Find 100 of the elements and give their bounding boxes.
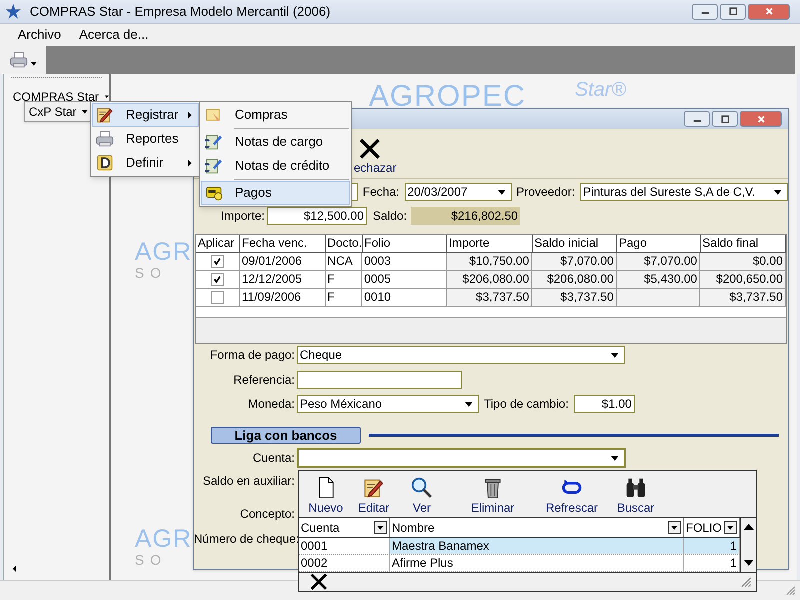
column-header[interactable]: Saldo final — [700, 235, 786, 252]
table-cell[interactable]: Afirme Plus — [390, 555, 684, 571]
field-label: Saldo: — [373, 208, 408, 225]
toolbar-button[interactable]: Eliminar — [461, 477, 525, 514]
minimize-button[interactable] — [692, 4, 718, 20]
column-header[interactable]: Fecha venc. — [240, 235, 326, 252]
column-header[interactable]: FOLIO — [684, 518, 740, 537]
table-cell: 11/09/2006 — [240, 289, 326, 306]
menu-item[interactable]: Archivo — [10, 25, 70, 45]
maximize-button[interactable] — [720, 4, 746, 20]
star-icon — [6, 4, 21, 19]
logo-text: SO — [135, 552, 168, 568]
supplier-field[interactable]: Pinturas del Sureste S,A de C,V. — [580, 183, 788, 201]
account-field[interactable] — [297, 448, 626, 468]
field-label: Referencia: — [232, 372, 295, 389]
table-cell: NCA — [326, 253, 362, 270]
toolbar-button[interactable]: Nuevo — [305, 477, 347, 514]
close-button[interactable] — [748, 4, 790, 20]
minimize-button[interactable] — [684, 111, 710, 127]
menu-item[interactable]: Registrar — [92, 103, 199, 127]
toolbar-button[interactable]: echazar — [354, 138, 397, 174]
menu-item[interactable]: Definir — [92, 151, 199, 175]
balance-value: $216,802.50 — [411, 207, 520, 225]
amount-field[interactable]: $12,500.00 — [267, 207, 368, 225]
toolbar-button[interactable]: Refrescar — [541, 477, 603, 514]
table-cell: $206,080.00 — [446, 271, 532, 288]
caret-icon — [105, 95, 109, 99]
scrollbar[interactable] — [740, 518, 756, 572]
caret-icon — [82, 110, 88, 114]
menu-item[interactable]: Notas de cargo — [201, 130, 350, 154]
checkbox[interactable] — [211, 273, 224, 286]
scroll-up-icon[interactable] — [744, 524, 754, 530]
date-field[interactable]: 20/03/2007 — [404, 183, 512, 201]
caret-icon — [465, 402, 473, 406]
table-cell[interactable]: Maestra Banamex — [390, 538, 684, 554]
resize-grip-icon[interactable] — [786, 586, 796, 596]
caret-icon — [611, 456, 619, 460]
printer-icon — [10, 51, 28, 69]
letter-d-icon — [96, 154, 114, 172]
logo-text: Star® — [575, 80, 626, 100]
close-icon — [764, 7, 774, 16]
scroll-left-icon[interactable] — [13, 566, 16, 572]
menu-item[interactable]: Compras — [201, 103, 350, 127]
table-cell[interactable]: 1 — [684, 538, 740, 554]
reference-field[interactable] — [297, 371, 462, 389]
column-header[interactable]: Folio — [362, 235, 447, 252]
maximize-button[interactable] — [712, 111, 738, 127]
binoculars-icon — [625, 477, 647, 499]
section-button[interactable]: Liga con bancos — [211, 427, 361, 444]
column-header[interactable]: Nombre — [390, 518, 684, 537]
trash-can-icon — [482, 477, 504, 499]
menu-item[interactable]: CxP Star — [24, 101, 93, 122]
exchange-rate-field[interactable]: $1.00 — [574, 395, 635, 413]
menu-item[interactable]: Notas de crédito — [201, 154, 350, 178]
filter-button[interactable] — [724, 521, 737, 534]
menu-item[interactable]: Pagos — [201, 181, 350, 205]
table-cell: $206,080.00 — [532, 271, 617, 288]
filter-button[interactable] — [374, 521, 387, 534]
close-icon — [756, 114, 766, 124]
resize-grip-icon[interactable] — [741, 576, 752, 588]
column-header[interactable]: Pago — [617, 235, 701, 252]
caret-icon — [498, 190, 506, 194]
note-pencil-icon — [205, 133, 223, 151]
menu-item[interactable]: Reportes — [92, 127, 199, 151]
table-cell: $200,650.00 — [700, 271, 786, 288]
toolbar-button[interactable]: Ver — [401, 477, 443, 514]
toolbar-button[interactable]: Buscar — [613, 477, 659, 514]
menu-item[interactable]: Acerca de... — [71, 25, 157, 45]
caret-icon — [671, 526, 678, 530]
field-label: Fecha: — [362, 184, 400, 201]
table-cell[interactable]: 0002 — [299, 555, 390, 571]
column-header[interactable]: Aplicar — [196, 235, 240, 252]
table-cell: $10,750.00 — [446, 253, 532, 270]
toolbar-button[interactable]: Editar — [353, 477, 395, 514]
logo-text: AGR — [135, 527, 192, 552]
maximize-icon — [720, 114, 730, 124]
scroll-down-icon[interactable] — [744, 560, 754, 566]
printer-icon — [96, 130, 114, 148]
checkbox[interactable] — [211, 255, 224, 268]
column-header[interactable]: Cuenta — [299, 518, 390, 537]
table-cell: F — [326, 271, 362, 288]
note-pencil-icon — [205, 157, 223, 175]
column-header[interactable]: Importe — [447, 235, 532, 252]
table-cell: 12/12/2005 — [240, 271, 326, 288]
checkbox[interactable] — [211, 291, 224, 304]
close-button[interactable] — [740, 111, 782, 127]
table-cell: $7,070.00 — [532, 253, 617, 270]
close-icon[interactable] — [309, 573, 329, 591]
field-label: Concepto: — [239, 506, 295, 523]
currency-field[interactable]: Peso Méxicano — [297, 395, 479, 413]
filter-button[interactable] — [668, 521, 681, 534]
column-header[interactable]: Saldo inicial — [532, 235, 617, 252]
table-cell[interactable]: 0001 — [299, 538, 390, 554]
payment-method-field[interactable]: Cheque — [297, 346, 625, 364]
field-label: Importe: — [221, 208, 266, 225]
close-icon — [359, 138, 381, 160]
caret-icon — [774, 190, 782, 194]
caret-icon — [611, 352, 619, 358]
column-header[interactable]: Docto. — [326, 235, 362, 252]
table-cell: $0.00 — [700, 253, 786, 270]
